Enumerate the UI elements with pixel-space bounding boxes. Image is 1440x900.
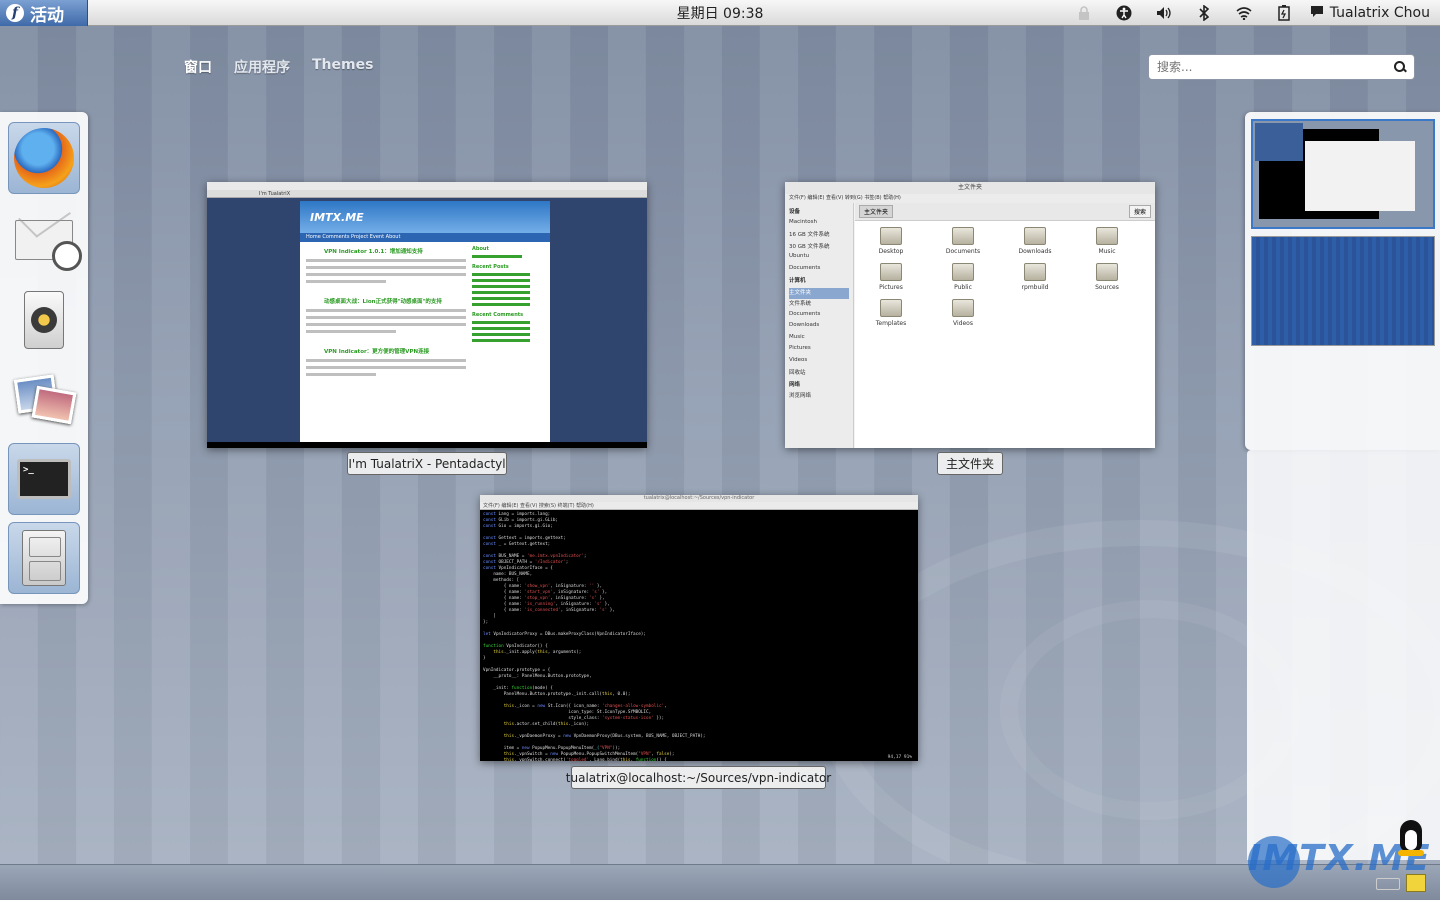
folder-icon: rpmbuild xyxy=(999,263,1071,299)
wifi-icon[interactable] xyxy=(1224,0,1264,26)
top-panel: f 活动 星期日 09:38 Tualatrix Chou xyxy=(0,0,1440,26)
firefox-icon xyxy=(14,128,74,188)
fedora-logo-icon: f xyxy=(6,4,24,22)
user-name: Tualatrix Chou xyxy=(1329,5,1430,21)
folder-icon: Videos xyxy=(927,299,999,335)
tab-applications[interactable]: 应用程序 xyxy=(234,57,290,77)
workspace-panel-extension xyxy=(1247,450,1440,860)
window-caption[interactable]: I'm TualatriX - Pentadactyl xyxy=(347,452,507,475)
window-caption[interactable]: tualatrix@localhost:~/Sources/vpn-indica… xyxy=(566,766,831,789)
dash-item-firefox[interactable] xyxy=(8,122,80,194)
blog-nav: Home Comments Project Event About xyxy=(300,233,550,242)
view-selector: 窗口 应用程序 Themes xyxy=(184,57,373,77)
chat-status-icon xyxy=(1310,5,1324,22)
blog-page: IMTX.ME Home Comments Project Event Abou… xyxy=(300,201,550,442)
battery-icon[interactable] xyxy=(1264,0,1304,26)
folder-grid: Desktop Documents Downloads Music Pictur… xyxy=(855,221,1155,335)
files-content: 主文件夹 搜索 Desktop Documents Downloads Musi… xyxy=(855,203,1155,448)
message-tray xyxy=(0,864,1440,900)
post-title: VPN Indicator：更方便的管理VPN连接 xyxy=(324,349,430,355)
file-cabinet-icon xyxy=(22,530,66,586)
sidebar-heading: About xyxy=(472,246,489,252)
dash: >_ xyxy=(0,112,88,604)
browser-tab: I'm TualatriX xyxy=(207,190,647,198)
window-terminal-thumbnail[interactable]: tualatrix@localhost:~/Sources/vpn-indica… xyxy=(480,495,918,761)
workspace-thumbnail-2[interactable] xyxy=(1251,236,1435,346)
blog-logo: IMTX.ME xyxy=(310,211,364,224)
user-menu[interactable]: Tualatrix Chou xyxy=(1304,5,1430,22)
sidebar-heading: Recent Posts xyxy=(472,264,509,270)
post-title: 动感桌面大战：Lion正式获得"动感桌面"的支持 xyxy=(324,299,442,305)
search-icon[interactable] xyxy=(1394,61,1406,73)
folder-icon: Documents xyxy=(927,227,999,263)
terminal-titlebar: tualatrix@localhost:~/Sources/vpn-indica… xyxy=(480,495,918,502)
folder-icon: Templates xyxy=(855,299,927,335)
browser-page: IMTX.ME Home Comments Project Event Abou… xyxy=(207,198,647,442)
dash-item-terminal[interactable]: >_ xyxy=(8,443,80,515)
files-menubar: 文件(F) 编辑(E) 查看(V) 转到(G) 书签(B) 帮助(H) xyxy=(785,194,1155,203)
window-browser-thumbnail[interactable]: I'm TualatriX IMTX.ME Home Comments Proj… xyxy=(207,182,647,448)
browser-titlebar xyxy=(207,182,647,190)
workspace-thumbnail-1[interactable] xyxy=(1251,119,1435,229)
speaker-icon xyxy=(24,291,64,349)
terminal-status: 94,17 91% xyxy=(887,755,912,760)
volume-icon[interactable] xyxy=(1144,0,1184,26)
files-search-button: 搜索 xyxy=(1128,205,1151,218)
folder-icon: Downloads xyxy=(999,227,1071,263)
search-input[interactable] xyxy=(1157,60,1394,74)
keyboard-icon[interactable] xyxy=(1376,878,1400,890)
dash-item-mail[interactable] xyxy=(8,204,82,276)
folder-icon: Sources xyxy=(1071,263,1143,299)
workspace-switcher xyxy=(1245,112,1440,450)
dash-item-photos[interactable] xyxy=(8,364,80,436)
folder-icon: Public xyxy=(927,263,999,299)
terminal-icon: >_ xyxy=(17,459,71,499)
folder-icon: Pictures xyxy=(855,263,927,299)
activities-button[interactable]: f 活动 xyxy=(0,0,88,26)
location-button: 主文件夹 xyxy=(859,205,894,218)
terminal-menubar: 文件(F) 编辑(E) 查看(V) 搜索(S) 终端(T) 帮助(H) xyxy=(480,502,918,510)
browser-statusbar xyxy=(207,442,647,448)
bluetooth-icon[interactable] xyxy=(1184,0,1224,26)
accessibility-icon[interactable] xyxy=(1104,0,1144,26)
activities-label: 活动 xyxy=(30,5,64,26)
photos-icon xyxy=(13,374,77,425)
terminal-code: const Lang = imports.lang; const GLib = … xyxy=(483,512,706,761)
window-files-thumbnail[interactable]: 主文件夹 文件(F) 编辑(E) 查看(V) 转到(G) 书签(B) 帮助(H)… xyxy=(785,182,1155,448)
files-titlebar: 主文件夹 xyxy=(785,182,1155,194)
tab-themes[interactable]: Themes xyxy=(312,57,373,77)
window-caption[interactable]: 主文件夹 xyxy=(937,452,1003,475)
dash-item-files[interactable] xyxy=(8,522,80,594)
sidebar-heading: Recent Comments xyxy=(472,312,524,318)
lock-icon[interactable] xyxy=(1064,0,1104,26)
status-area: Tualatrix Chou xyxy=(1064,0,1430,26)
post-title: VPN Indicator 1.0.1：增加通知支持 xyxy=(324,249,423,255)
tab-windows[interactable]: 窗口 xyxy=(184,57,212,77)
mail-clock-icon xyxy=(15,220,82,271)
folder-icon: Desktop xyxy=(855,227,927,263)
notes-icon[interactable] xyxy=(1406,874,1426,892)
files-sidebar: 设备 Macintosh 16 GB 文件系统 30 GB 文件系统 Ubunt… xyxy=(785,203,854,448)
tux-penguin-icon xyxy=(1396,812,1426,856)
folder-icon: Music xyxy=(1071,227,1143,263)
dash-item-rhythmbox[interactable] xyxy=(8,284,80,356)
files-locationbar: 主文件夹 搜索 xyxy=(855,203,1155,221)
search-box xyxy=(1148,54,1415,80)
blog-header: IMTX.ME xyxy=(300,201,550,233)
